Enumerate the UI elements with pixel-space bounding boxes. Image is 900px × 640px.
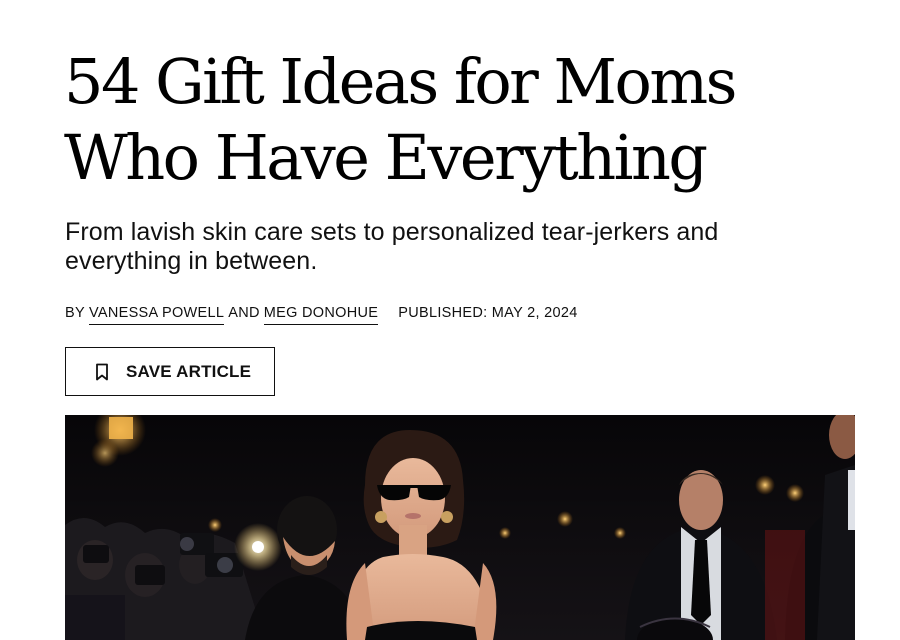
hero-photo-illustration (65, 415, 855, 640)
article-dek: From lavish skin care sets to personaliz… (65, 218, 719, 275)
published-date: PUBLISHED: MAY 2, 2024 (398, 305, 578, 321)
save-article-label: SAVE ARTICLE (126, 361, 252, 381)
author-link-meg-donohue[interactable]: MEG DONOHUE (263, 305, 379, 325)
author-link-vanessa-powell[interactable]: VANESSA POWELL (88, 305, 225, 325)
article-headline: 54 Gift Ideas for Moms Who Have Everythi… (64, 45, 737, 194)
save-article-button[interactable]: SAVE ARTICLE (65, 347, 275, 396)
byline-conjunction: AND (228, 305, 260, 321)
article-page: 54 Gift Ideas for Moms Who Have Everythi… (0, 0, 900, 640)
bookmark-icon (94, 363, 110, 381)
hero-image (65, 415, 855, 640)
byline-prefix: BY (65, 305, 85, 321)
byline: BY VANESSA POWELL AND MEG DONOHUE PUBLIS… (65, 305, 578, 325)
